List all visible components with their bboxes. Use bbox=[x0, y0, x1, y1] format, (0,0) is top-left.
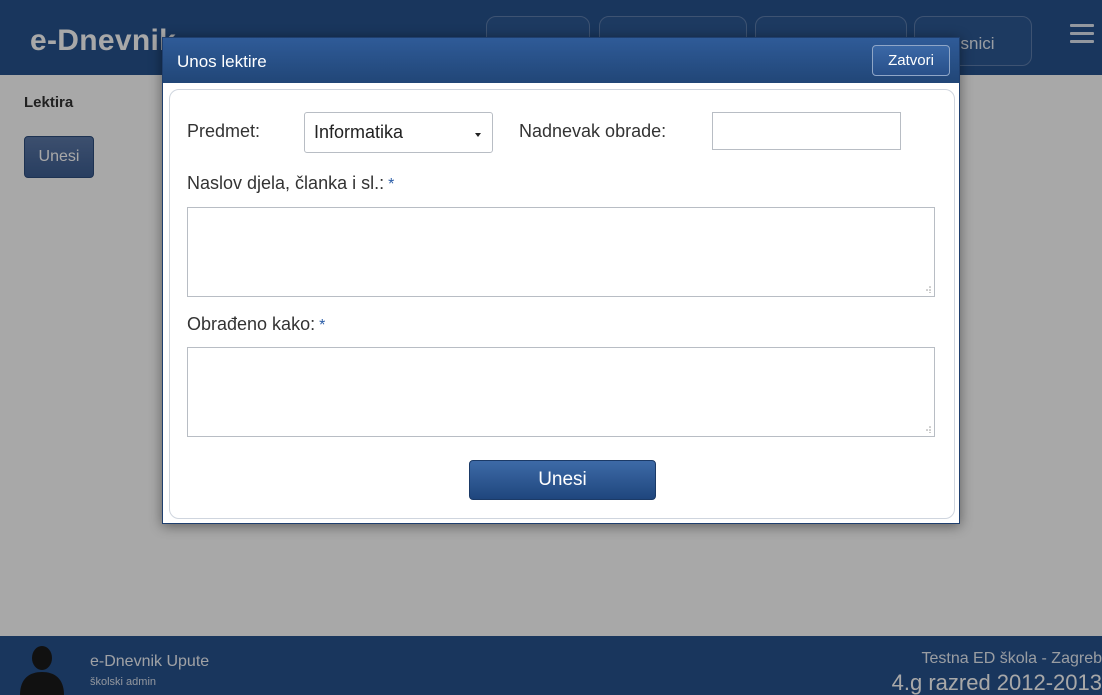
subject-select-value: Informatika bbox=[314, 122, 404, 142]
title-textarea[interactable] bbox=[187, 207, 935, 297]
title-field-label-text: Naslov djela, članka i sl.: bbox=[187, 173, 385, 193]
dialog-title: Unos lektire bbox=[177, 52, 267, 71]
date-input[interactable] bbox=[712, 112, 901, 150]
subject-select[interactable]: Informatika bbox=[304, 112, 493, 153]
processed-label-text: Obrađeno kako: bbox=[187, 314, 316, 334]
subject-label: Predmet: bbox=[187, 121, 261, 141]
dialog-body: Predmet: Informatika Nadnevak obrade: Na… bbox=[169, 89, 955, 519]
required-marker: * bbox=[388, 176, 395, 193]
resize-grip-icon[interactable] bbox=[923, 285, 931, 293]
close-button[interactable]: Zatvori bbox=[872, 45, 950, 76]
processed-textarea[interactable] bbox=[187, 347, 935, 437]
unos-lektire-dialog: Unos lektire Zatvori Predmet: Informatik… bbox=[162, 37, 960, 524]
required-marker: * bbox=[319, 317, 326, 334]
caret-down-icon bbox=[475, 133, 481, 137]
date-label: Nadnevak obrade: bbox=[519, 121, 667, 141]
dialog-header: Unos lektire Zatvori bbox=[163, 38, 959, 83]
processed-label: Obrađeno kako: * bbox=[187, 314, 325, 335]
title-field-label: Naslov djela, članka i sl.: * bbox=[187, 173, 394, 194]
resize-grip-icon[interactable] bbox=[923, 425, 931, 433]
submit-unesi-button[interactable]: Unesi bbox=[469, 460, 656, 500]
